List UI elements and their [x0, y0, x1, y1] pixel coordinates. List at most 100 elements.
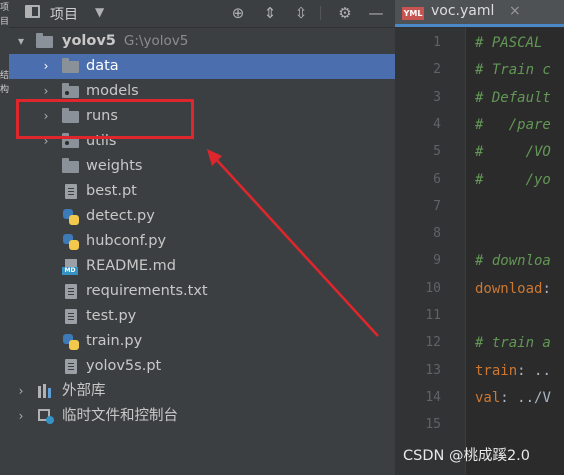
- tree-item-file[interactable]: MD README.md: [9, 254, 395, 279]
- tree-item-file[interactable]: hubconf.py: [9, 229, 395, 254]
- file-name: hubconf.py: [86, 233, 167, 249]
- file-icon: [63, 184, 80, 199]
- project-panel-icon: [25, 5, 40, 18]
- chevron-right-icon[interactable]: ›: [15, 404, 27, 429]
- tree-item-file[interactable]: test.py: [9, 304, 395, 329]
- highlight-box: [16, 99, 194, 139]
- tree-item-data[interactable]: › data: [9, 54, 395, 79]
- python-file-icon: [63, 209, 80, 225]
- line-number: 12: [425, 335, 441, 351]
- folder-icon: [62, 58, 79, 74]
- editor-area: YML voc.yaml × 1 2 3 4 5 6 7 8 9 10 11 12 13 14 15 # P…: [395, 0, 564, 475]
- tree-item-external-libraries[interactable]: › 外部库: [9, 379, 395, 404]
- line-number: 5: [433, 144, 441, 160]
- yaml-file-icon: YML: [402, 7, 424, 20]
- line-number: 14: [425, 389, 441, 405]
- header-divider: [320, 6, 321, 20]
- view-dropdown-icon[interactable]: ▼: [95, 5, 104, 19]
- root-folder-path: G:\yolov5: [123, 33, 189, 49]
- expand-all-icon[interactable]: ⇕: [260, 3, 280, 23]
- yaml-key: train: [475, 362, 518, 379]
- package-folder-icon: [62, 83, 79, 99]
- line-number: 7: [433, 198, 441, 214]
- code-line: # /VO: [475, 144, 551, 160]
- chevron-right-icon[interactable]: ›: [40, 54, 52, 79]
- root-folder-name: yolov5: [62, 33, 116, 49]
- tree-item-file[interactable]: yolov5s.pt: [9, 354, 395, 379]
- project-panel-title[interactable]: 项目: [50, 4, 78, 24]
- tree-item-file[interactable]: train.py: [9, 329, 395, 354]
- line-number: 10: [425, 280, 441, 296]
- line-number: 13: [425, 362, 441, 378]
- tab-voc-yaml[interactable]: YML voc.yaml ×: [395, 0, 564, 27]
- library-icon: [38, 384, 55, 399]
- file-name: train.py: [86, 333, 143, 349]
- yaml-key: download: [475, 280, 543, 297]
- close-icon[interactable]: ×: [509, 3, 521, 19]
- tree-item-scratches[interactable]: › 临时文件和控制台: [9, 404, 395, 429]
- tree-item-label: 临时文件和控制台: [62, 408, 178, 424]
- structure-tool-label-1: 结: [0, 71, 9, 81]
- tree-item-weights[interactable]: weights: [9, 154, 395, 179]
- code-line: # Default: [475, 90, 551, 106]
- editor-tab-bar: YML voc.yaml ×: [395, 0, 564, 28]
- line-number: 11: [425, 308, 441, 323]
- line-number: 3: [433, 89, 441, 105]
- tree-item-file[interactable]: detect.py: [9, 204, 395, 229]
- chevron-right-icon[interactable]: ›: [15, 379, 27, 404]
- locate-icon[interactable]: ⊕: [228, 3, 248, 23]
- code-comment: # Default: [475, 89, 551, 106]
- line-number: 15: [425, 417, 441, 433]
- project-panel-header: 项目 ▼ ⊕ ⇕ ⇳ ⚙ —: [9, 0, 395, 28]
- code-comment: # /pare: [475, 116, 551, 133]
- code-line: train: ..: [475, 363, 551, 379]
- code-line: download:: [475, 281, 551, 297]
- tab-label: voc.yaml: [431, 3, 495, 19]
- line-number: 9: [433, 253, 441, 269]
- watermark: CSDN @桃成蹊2.0: [403, 448, 531, 464]
- project-tool-label-1: 项: [0, 3, 9, 13]
- structure-tool-label-2: 构: [0, 85, 9, 95]
- yaml-value: :: [542, 280, 551, 297]
- line-number: 2: [433, 62, 441, 78]
- line-number: 6: [433, 171, 441, 187]
- code-line: # PASCAL: [475, 35, 542, 51]
- scratches-icon: [38, 409, 55, 424]
- settings-icon[interactable]: ⚙: [335, 3, 355, 23]
- file-name: README.md: [86, 258, 176, 274]
- code-comment: # PASCAL: [475, 35, 543, 51]
- file-icon: [63, 309, 80, 324]
- line-number: 1: [433, 35, 441, 50]
- hide-icon[interactable]: —: [366, 3, 386, 23]
- line-number: 8: [433, 226, 441, 242]
- file-name: best.pt: [86, 183, 137, 199]
- markdown-file-icon: MD: [62, 259, 79, 275]
- tree-item-label: weights: [86, 158, 143, 174]
- tree-item-file[interactable]: best.pt: [9, 179, 395, 204]
- line-number-gutter: 1 2 3 4 5 6 7 8 9 10 11 12 13 14 15: [395, 28, 466, 475]
- code-comment: # /yo: [475, 171, 551, 188]
- chevron-down-icon[interactable]: ▾: [15, 29, 27, 54]
- project-panel: 项目 ▼ ⊕ ⇕ ⇳ ⚙ — ▾ yolov5 G:\yolov5 › data …: [9, 0, 395, 475]
- file-name: requirements.txt: [86, 283, 208, 299]
- code-line: # downloa: [475, 253, 551, 269]
- project-tool-label-2: 目: [0, 17, 9, 27]
- file-name: detect.py: [86, 208, 155, 224]
- text-file-icon: [63, 284, 80, 299]
- code-line: val: ../V: [475, 390, 551, 406]
- code-line: # /yo: [475, 172, 551, 188]
- tree-item-label: 外部库: [62, 383, 106, 399]
- markdown-badge: MD: [62, 267, 78, 275]
- code-comment: # Train c: [475, 62, 551, 79]
- folder-icon: [36, 33, 53, 49]
- tree-item-file[interactable]: requirements.txt: [9, 279, 395, 304]
- file-icon: [63, 359, 80, 374]
- yaml-key: val: [475, 389, 501, 406]
- collapse-all-icon[interactable]: ⇳: [291, 3, 311, 23]
- tree-root[interactable]: ▾ yolov5 G:\yolov5: [9, 29, 395, 54]
- yaml-value: : ../V: [500, 389, 551, 406]
- yaml-value: : ..: [517, 362, 551, 379]
- code-comment: # train a: [475, 335, 551, 352]
- python-file-icon: [63, 334, 80, 350]
- file-name: yolov5s.pt: [86, 358, 162, 374]
